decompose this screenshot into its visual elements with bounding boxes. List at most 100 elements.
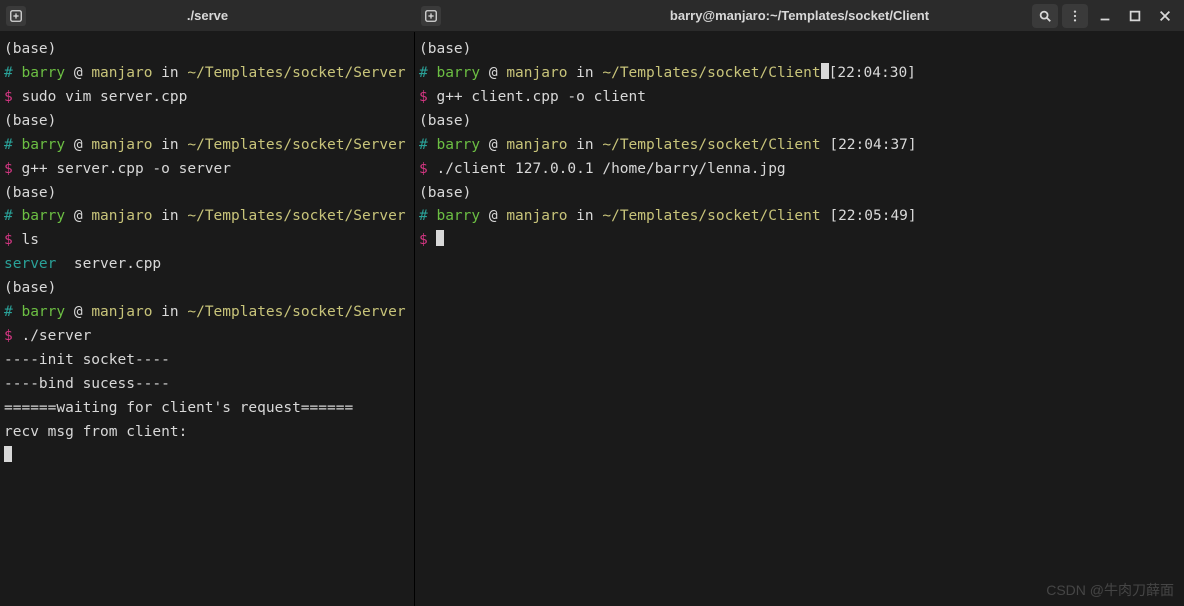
terminal-text: manjaro [506, 65, 567, 81]
terminal-text: $ [4, 161, 21, 177]
terminal-text: manjaro [506, 208, 567, 224]
terminal-line: # barry @ manjaro in ~/Templates/socket/… [4, 134, 410, 158]
terminal-line: # barry @ manjaro in ~/Templates/socket/… [4, 205, 410, 229]
terminal-line: # barry @ manjaro in ~/Templates/socket/… [4, 62, 410, 86]
terminal-text: ======waiting for client's request====== [4, 400, 353, 416]
terminal-text: manjaro [506, 137, 567, 153]
terminal-text: ~/Templates/socket/Client [602, 65, 820, 81]
terminal-line: # barry @ manjaro in ~/Templates/socket/… [419, 205, 1180, 229]
terminal-text: manjaro [91, 65, 152, 81]
terminal-text: @ [480, 208, 506, 224]
new-tab-icon[interactable] [6, 6, 26, 26]
window-title-right: barry@manjaro:~/Templates/socket/Client [670, 8, 929, 23]
terminal-text: ~/Templates/socket/Client [602, 137, 820, 153]
search-button[interactable] [1032, 4, 1058, 28]
terminal-text: @ [65, 137, 91, 153]
terminal-text: (base) [419, 185, 471, 201]
terminal-line: $ ./server [4, 325, 410, 349]
terminal-text: [ [406, 304, 415, 320]
terminal-body-right[interactable]: (base) # barry @ manjaro in ~/Templates/s… [415, 32, 1184, 606]
terminal-text: @ [65, 65, 91, 81]
terminal-text: @ [65, 208, 91, 224]
terminal-text: g++ server.cpp -o server [21, 161, 231, 177]
terminal-text: ----bind sucess---- [4, 376, 170, 392]
terminal-text: in [152, 304, 187, 320]
terminal-line: (base) [4, 38, 410, 62]
terminal-line: recv msg from client: [4, 421, 410, 445]
cursor [821, 63, 829, 79]
terminal-text: $ [4, 232, 21, 248]
terminal-text: manjaro [91, 137, 152, 153]
terminal-text: # [419, 137, 436, 153]
terminal-text: ~/Templates/socket/Server [187, 137, 405, 153]
terminal-text: (base) [419, 41, 471, 57]
terminal-text: in [567, 65, 602, 81]
terminal-text: # [4, 137, 21, 153]
terminal-line: # barry @ manjaro in ~/Templates/socket/… [419, 62, 1180, 86]
terminal-text: server.cpp [56, 256, 161, 272]
terminal-line: # barry @ manjaro in ~/Templates/socket/… [419, 134, 1180, 158]
terminal-line: (base) [4, 110, 410, 134]
terminal-text: ./client 127.0.0.1 /home/barry/lenna.jpg [436, 161, 785, 177]
terminal-text: (base) [4, 41, 56, 57]
terminal-line: ----init socket---- [4, 349, 410, 373]
terminal-text: sudo vim server.cpp [21, 89, 187, 105]
terminal-line: $ ./client 127.0.0.1 /home/barry/lenna.j… [419, 158, 1180, 182]
terminal-line: (base) [419, 182, 1180, 206]
terminal-line: (base) [419, 38, 1180, 62]
menu-button[interactable] [1062, 4, 1088, 28]
terminal-text: # [4, 208, 21, 224]
terminal-text: # [4, 65, 21, 81]
terminal-body-left[interactable]: (base)# barry @ manjaro in ~/Templates/s… [0, 32, 415, 606]
terminal-left: ./serve (base)# barry @ manjaro in ~/Tem… [0, 0, 415, 606]
terminal-line [4, 445, 410, 469]
titlebar-left[interactable]: ./serve [0, 0, 415, 32]
terminal-text: $ [419, 161, 436, 177]
terminal-text: in [152, 65, 187, 81]
new-tab-icon[interactable] [421, 6, 441, 26]
maximize-button[interactable] [1122, 4, 1148, 28]
terminal-text: ~/Templates/socket/Server [187, 65, 405, 81]
terminal-text: # [419, 208, 436, 224]
terminal-line: (base) [4, 277, 410, 301]
titlebar-right[interactable]: barry@manjaro:~/Templates/socket/Client [415, 0, 1184, 32]
terminal-text: $ [4, 89, 21, 105]
terminal-text: ./server [21, 328, 91, 344]
terminal-text: @ [65, 304, 91, 320]
terminal-text: recv msg from client: [4, 424, 187, 440]
terminal-text: barry [436, 65, 480, 81]
terminal-text: (base) [419, 113, 471, 129]
terminal-text: ~/Templates/socket/Server [187, 304, 405, 320]
terminal-text: # [4, 304, 21, 320]
terminal-text: barry [21, 137, 65, 153]
close-button[interactable] [1152, 4, 1178, 28]
terminal-text: g++ client.cpp -o client [436, 89, 646, 105]
terminal-line: (base) [4, 182, 410, 206]
window-title-left: ./serve [187, 8, 228, 23]
terminal-line: # barry @ manjaro in ~/Templates/socket/… [4, 301, 410, 325]
terminal-text: [ [406, 65, 415, 81]
terminal-text: barry [21, 304, 65, 320]
terminal-text: ~/Templates/socket/Server [187, 208, 405, 224]
terminal-text: manjaro [91, 304, 152, 320]
terminal-text: manjaro [91, 208, 152, 224]
terminal-text: [22:04:30] [829, 65, 916, 81]
terminal-text: ~/Templates/socket/Client [602, 208, 820, 224]
terminal-text: [ [406, 208, 415, 224]
terminal-text: @ [480, 137, 506, 153]
terminal-text: barry [436, 137, 480, 153]
terminal-line: $ ls [4, 229, 410, 253]
terminal-text: [22:05:49] [821, 208, 917, 224]
terminal-line: ----bind sucess---- [4, 373, 410, 397]
minimize-button[interactable] [1092, 4, 1118, 28]
terminal-text: barry [436, 208, 480, 224]
terminal-line: $ sudo vim server.cpp [4, 86, 410, 110]
terminal-text: in [567, 208, 602, 224]
terminal-text: [ [406, 137, 415, 153]
terminal-line: $ g++ server.cpp -o server [4, 158, 410, 182]
terminal-text: $ [4, 328, 21, 344]
terminal-text: in [152, 208, 187, 224]
cursor [436, 230, 444, 246]
terminal-text: $ [419, 232, 436, 248]
terminal-line: $ [419, 229, 1180, 253]
